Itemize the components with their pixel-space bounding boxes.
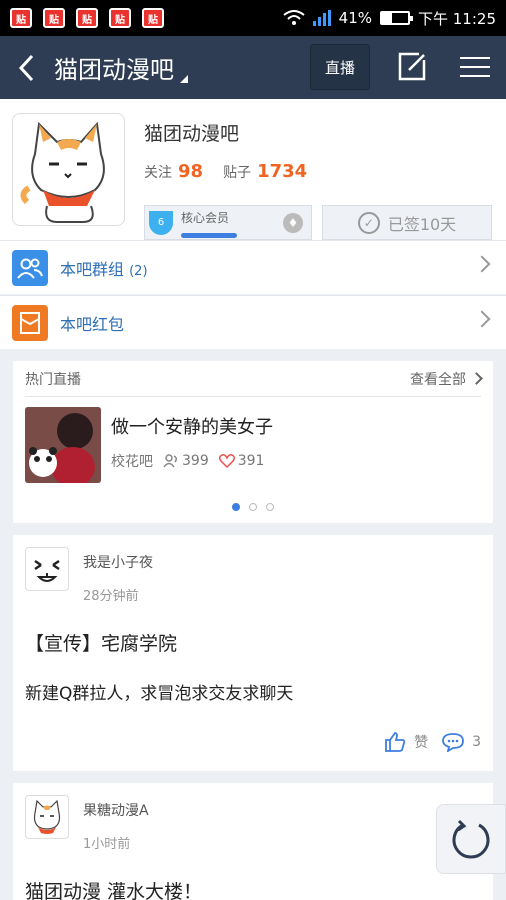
notification-icon: 贴	[10, 8, 32, 28]
notification-icon: 贴	[43, 8, 65, 28]
carousel-dot[interactable]	[232, 503, 240, 511]
post-title: 猫团动漫 灌水大楼！	[25, 881, 203, 900]
live-thumbnail[interactable]	[25, 407, 101, 483]
signed-label: 已签10天	[387, 214, 457, 234]
heart-icon	[218, 454, 235, 468]
forum-info-panel: 猫团动漫吧 关注 98 贴子 1734 6 核心会员 ♦ ✓ 已签10天	[0, 99, 506, 240]
likes-group: 391	[218, 453, 265, 469]
group-icon	[12, 249, 48, 286]
viewers-count: 399	[182, 453, 209, 469]
groups-count: (2)	[129, 263, 148, 279]
dropdown-corner-icon	[180, 75, 188, 83]
red-packet-label: 本吧红包	[60, 314, 125, 334]
viewers-icon	[163, 454, 178, 468]
follow-label: 关注	[144, 165, 172, 181]
menu-line	[460, 66, 490, 68]
battery-percent: 41%	[338, 9, 372, 27]
forum-name: 猫团动漫吧	[144, 123, 240, 145]
post-title: 【宣传】宅腐学院	[25, 633, 178, 655]
level-badge: 6	[149, 210, 173, 235]
thumbs-up-icon	[385, 732, 406, 752]
member-level-box[interactable]: 6 核心会员 ♦	[144, 205, 312, 240]
viewers-group: 399	[163, 453, 209, 469]
comment-count: 3	[472, 734, 481, 750]
notification-icon: 贴	[76, 8, 98, 28]
header-title-text: 猫团动漫吧	[54, 56, 174, 84]
post-time: 1小时前	[83, 837, 131, 852]
hot-live-header: 热门直播 查看全部	[25, 361, 483, 397]
hot-live-title: 热门直播	[25, 371, 81, 388]
live-item-meta: 校花吧 399 391	[111, 451, 264, 471]
notification-icon: 贴	[142, 8, 164, 28]
back-button[interactable]	[0, 36, 54, 99]
post-card[interactable]: 我是小子夜 28分钟前 【宣传】宅腐学院 新建Q群拉人，求冒泡求交友求聊天 赞 …	[13, 535, 493, 771]
like-button[interactable]: 赞	[384, 731, 428, 753]
status-right: 41% 下午 11:25	[283, 8, 496, 29]
member-privilege-icon: ♦	[283, 213, 303, 233]
menu-line	[460, 75, 490, 77]
cat-avatar-icon	[33, 799, 61, 834]
post-author[interactable]: 果糖动漫A	[83, 800, 149, 820]
cat-mascot-icon	[20, 121, 105, 223]
chevron-right-icon	[470, 372, 483, 385]
forum-avatar[interactable]	[12, 113, 125, 226]
chevron-left-icon	[18, 54, 34, 81]
wifi-icon	[283, 10, 305, 25]
groups-label: 本吧群组	[60, 259, 125, 279]
member-label: 核心会员	[181, 211, 230, 225]
refresh-icon	[452, 819, 490, 859]
comment-icon	[442, 733, 464, 752]
row-red-packet[interactable]: 本吧红包	[0, 295, 506, 349]
chevron-right-icon	[473, 255, 491, 273]
level-progress-bar	[181, 233, 237, 238]
see-all-link[interactable]: 查看全部	[410, 369, 483, 389]
forum-stats: 关注 98 贴子 1734	[144, 161, 321, 182]
post-card[interactable]: 果糖动漫A 1小时前 猫团动漫 灌水大楼！	[13, 783, 493, 900]
clock: 下午 11:25	[418, 9, 496, 28]
row-label: 本吧群组 (2)	[60, 256, 148, 280]
post-body: 新建Q群拉人，求冒泡求交友求聊天	[25, 684, 294, 704]
hot-live-card: 热门直播 查看全部 做一个安静的美女子 校花吧 399 391	[13, 361, 493, 523]
carousel-dot[interactable]	[266, 503, 274, 511]
carousel-indicator	[13, 503, 493, 511]
refresh-button[interactable]	[436, 804, 506, 874]
live-item-title[interactable]: 做一个安静的美女子	[111, 413, 273, 439]
compose-button[interactable]	[390, 44, 434, 90]
edit-icon	[398, 52, 426, 81]
red-packet-icon	[12, 304, 48, 341]
post-time: 28分钟前	[83, 589, 139, 604]
notification-icon: 贴	[109, 8, 131, 28]
like-label: 赞	[414, 735, 429, 751]
author-avatar[interactable]	[25, 547, 69, 591]
live-forum: 校花吧	[111, 454, 153, 470]
see-all-label: 查看全部	[410, 371, 466, 388]
post-actions: 赞 3	[384, 731, 481, 753]
header-title[interactable]: 猫团动漫吧	[54, 50, 188, 85]
post-author[interactable]: 我是小子夜	[83, 552, 153, 572]
live-button[interactable]: 直播	[310, 44, 370, 90]
comment-button[interactable]: 3	[442, 732, 481, 752]
app-header: 猫团动漫吧 直播	[0, 36, 506, 99]
battery-icon	[380, 11, 413, 25]
sign-in-button[interactable]: ✓ 已签10天	[322, 205, 492, 240]
signal-icon	[312, 10, 331, 26]
posts-label: 贴子	[223, 165, 252, 181]
row-forum-groups[interactable]: 本吧群组 (2)	[0, 240, 506, 294]
likes-count: 391	[237, 453, 265, 469]
menu-button[interactable]	[452, 44, 498, 90]
author-avatar[interactable]	[25, 795, 69, 839]
chevron-right-icon	[473, 310, 491, 328]
follow-count: 98	[178, 161, 204, 182]
menu-line	[460, 57, 490, 59]
carousel-dot[interactable]	[249, 503, 257, 511]
posts-count: 1734	[257, 161, 308, 182]
face-avatar-icon	[34, 559, 60, 582]
status-bar: 贴 贴 贴 贴 贴 41% 下午 11:25	[0, 0, 506, 36]
check-icon: ✓	[357, 211, 380, 234]
